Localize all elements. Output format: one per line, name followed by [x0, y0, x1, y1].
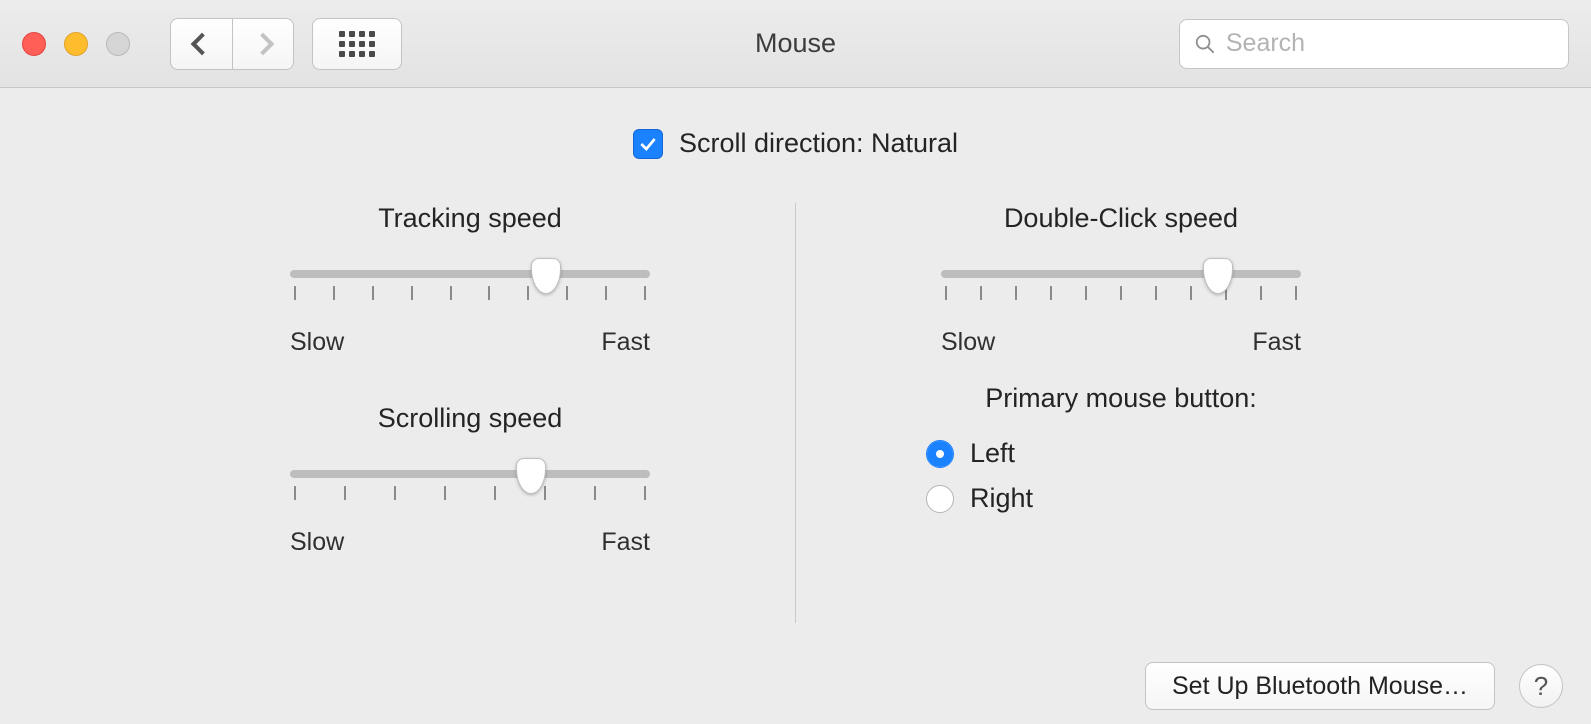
scrolling-speed-block: Scrolling speed Slow Fast — [290, 403, 650, 557]
search-icon — [1194, 32, 1216, 56]
primary-left-label: Left — [970, 438, 1015, 469]
scrolling-speed-slider[interactable] — [290, 464, 650, 524]
scroll-direction-row: Scroll direction: Natural — [40, 128, 1551, 159]
tracking-speed-title: Tracking speed — [290, 203, 650, 234]
search-field[interactable] — [1179, 19, 1569, 69]
primary-left-radio[interactable] — [926, 440, 954, 468]
scroll-direction-label: Scroll direction: Natural — [679, 128, 958, 159]
scrolling-max-label: Fast — [601, 528, 650, 557]
left-column: Tracking speed Slow Fast Scrolling speed — [215, 203, 795, 557]
doubleclick-min-label: Slow — [941, 328, 995, 357]
scrolling-speed-title: Scrolling speed — [290, 403, 650, 434]
footer: Set Up Bluetooth Mouse… ? — [1145, 662, 1563, 710]
primary-right-label: Right — [970, 483, 1033, 514]
toolbar-nav — [170, 18, 402, 70]
prefpane-content: Scroll direction: Natural Tracking speed… — [0, 88, 1591, 724]
doubleclick-max-label: Fast — [1252, 328, 1301, 357]
primary-mouse-button-title: Primary mouse button: — [866, 383, 1376, 414]
primary-left-row[interactable]: Left — [866, 438, 1376, 469]
setup-bluetooth-mouse-button[interactable]: Set Up Bluetooth Mouse… — [1145, 662, 1495, 710]
tracking-speed-slider[interactable] — [290, 264, 650, 324]
settings-columns: Tracking speed Slow Fast Scrolling speed — [40, 203, 1551, 623]
chevron-right-icon — [252, 32, 275, 55]
grid-icon — [339, 31, 375, 57]
primary-right-row[interactable]: Right — [866, 483, 1376, 514]
forward-button[interactable] — [232, 18, 294, 70]
tracking-speed-ticks — [290, 286, 650, 306]
right-column: Double-Click speed Slow Fast Primary mou… — [796, 203, 1376, 528]
doubleclick-speed-title: Double-Click speed — [941, 203, 1301, 234]
window-controls — [22, 32, 130, 56]
show-all-button[interactable] — [312, 18, 402, 70]
doubleclick-speed-ticks — [941, 286, 1301, 306]
scroll-direction-checkbox[interactable] — [633, 129, 663, 159]
tracking-max-label: Fast — [601, 328, 650, 357]
scrolling-speed-ticks — [290, 486, 650, 506]
help-button[interactable]: ? — [1519, 664, 1563, 708]
check-icon — [638, 134, 658, 154]
titlebar: Mouse — [0, 0, 1591, 88]
doubleclick-speed-block: Double-Click speed Slow Fast — [941, 203, 1301, 357]
zoom-window-button[interactable] — [106, 32, 130, 56]
chevron-left-icon — [190, 32, 213, 55]
tracking-min-label: Slow — [290, 328, 344, 357]
primary-right-radio[interactable] — [926, 485, 954, 513]
doubleclick-speed-slider[interactable] — [941, 264, 1301, 324]
close-window-button[interactable] — [22, 32, 46, 56]
search-input[interactable] — [1226, 29, 1554, 58]
minimize-window-button[interactable] — [64, 32, 88, 56]
scrolling-min-label: Slow — [290, 528, 344, 557]
tracking-speed-block: Tracking speed Slow Fast — [290, 203, 650, 357]
back-button[interactable] — [170, 18, 232, 70]
primary-mouse-button-block: Primary mouse button: Left Right — [866, 403, 1376, 528]
